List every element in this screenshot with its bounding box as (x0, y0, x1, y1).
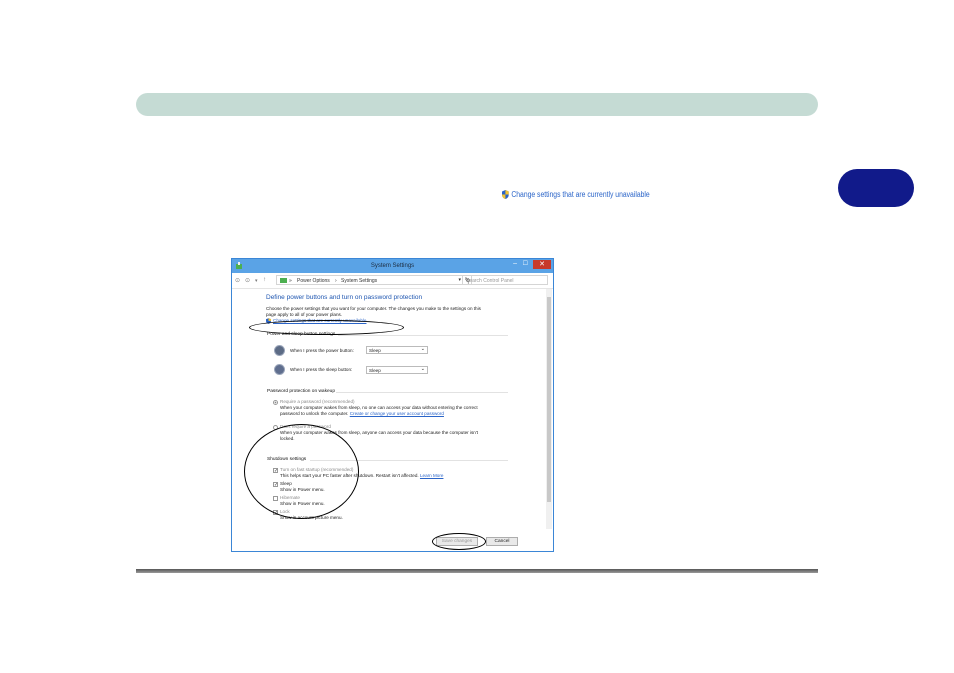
page-title: Define power buttons and turn on passwor… (266, 294, 423, 301)
require-password-desc-1: When your computer wakes from sleep, no … (280, 405, 478, 410)
breadcrumb-power-options[interactable]: Power Options (297, 278, 330, 284)
breadcrumb-system-settings[interactable]: System Settings (341, 278, 377, 284)
window-title: System Settings (370, 263, 415, 269)
control-panel-icon (280, 278, 287, 283)
maximize-icon[interactable]: ☐ (523, 260, 528, 267)
breadcrumb[interactable]: » Power Options › System Settings ▾ ↻ (276, 275, 472, 285)
scrollbar-thumb[interactable] (547, 297, 551, 502)
power-button-label: When I press the power button: (290, 348, 354, 353)
close-icon[interactable]: ✕ (533, 260, 551, 269)
search-icon[interactable]: ⚲ (466, 278, 544, 285)
back-icon[interactable]: ⊙ (235, 277, 240, 284)
section-divider (338, 335, 508, 336)
forward-icon[interactable]: ⊙ (245, 277, 250, 284)
sleep-button-select[interactable]: Sleep ⌄ (366, 366, 428, 374)
chevron-down-icon: ⌄ (420, 366, 425, 372)
address-bar: ⊙ ⊙ ▾ ↑ » Power Options › System Setting… (232, 273, 553, 289)
up-icon[interactable]: ↑ (263, 277, 266, 283)
cancel-button[interactable]: Cancel (486, 537, 518, 546)
footer-rule (136, 569, 818, 573)
require-password-radio[interactable] (273, 400, 278, 405)
password-section-title: Password protection on wakeup (267, 389, 335, 394)
search-input[interactable]: Search Control Panel ⚲ (462, 275, 548, 285)
power-button-select[interactable]: Sleep ⌄ (366, 346, 428, 354)
require-password-desc-2: password to unlock the computer. Create … (280, 411, 444, 416)
chevron-down-icon: ⌄ (420, 346, 425, 352)
root-separator: » (289, 278, 292, 284)
section-divider (336, 392, 508, 393)
highlight-oval-change-link (249, 320, 404, 335)
require-password-label: Require a password (recommended) (280, 399, 355, 404)
highlight-oval-shutdown-settings (244, 424, 359, 519)
power-button-value: Sleep (369, 348, 381, 353)
power-button-icon (274, 345, 285, 356)
intro-text-1: Choose the power settings that you want … (266, 306, 481, 311)
create-password-link[interactable]: Create or change your user account passw… (350, 411, 444, 416)
learn-more-link[interactable]: Learn More (420, 473, 444, 478)
system-settings-window: System Settings – ☐ ✕ ⊙ ⊙ ▾ ↑ » Power Op… (231, 258, 554, 552)
recent-pages-icon[interactable]: ▾ (255, 278, 258, 284)
sleep-button-label: When I press the sleep button: (290, 367, 353, 372)
minimize-icon[interactable]: – (513, 260, 517, 267)
change-settings-link[interactable]: Change settings that are currently unava… (502, 190, 650, 199)
dropdown-icon[interactable]: ▾ (458, 277, 461, 283)
intro-text-2: page apply to all of your power plans. (266, 312, 343, 317)
highlight-oval-save-button (432, 533, 486, 550)
chapter-tab (838, 169, 914, 207)
change-settings-link-text[interactable]: Change settings that are currently unava… (511, 190, 649, 199)
window-titlebar: System Settings – ☐ ✕ (232, 259, 553, 273)
vertical-scrollbar[interactable] (546, 289, 552, 529)
sleep-button-value: Sleep (369, 368, 381, 373)
breadcrumb-separator: › (335, 278, 337, 284)
uac-shield-icon (502, 190, 509, 199)
page-header-bar (136, 93, 818, 116)
sleep-button-icon (274, 364, 285, 375)
